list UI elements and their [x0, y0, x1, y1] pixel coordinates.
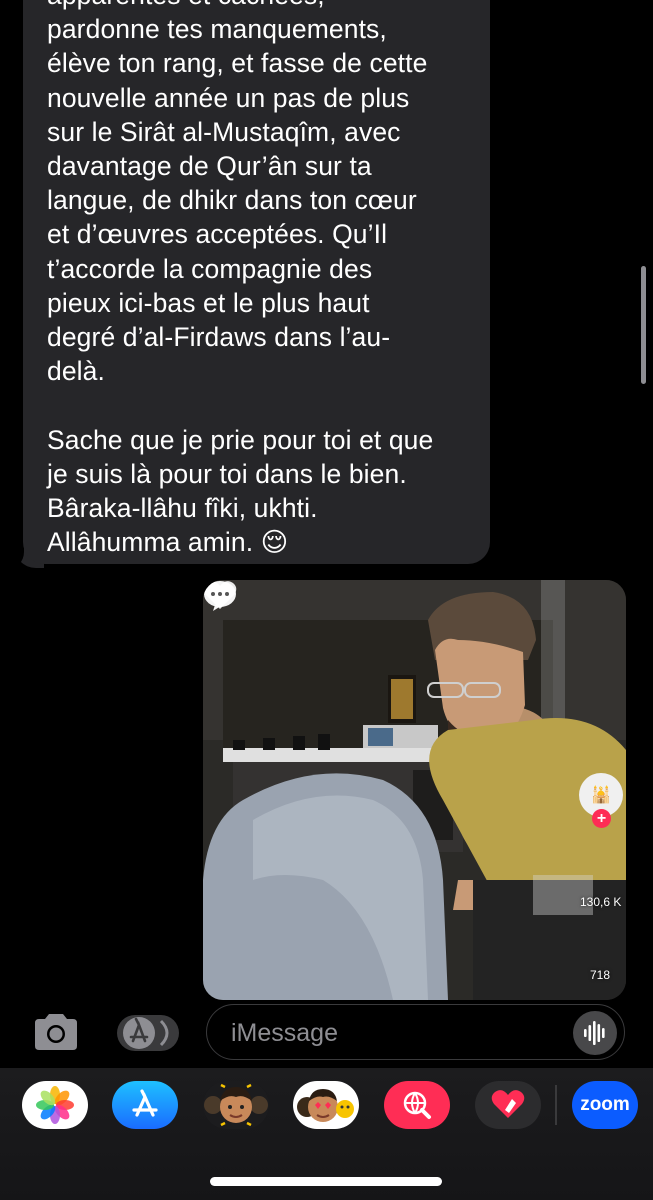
web-search-icon[interactable]	[384, 1081, 450, 1129]
mosque-icon: 🕌	[591, 787, 611, 804]
shared-video[interactable]: 🕌 + 130,6 K 718	[203, 580, 626, 1000]
app-store-glyph-icon	[123, 1017, 169, 1049]
apps-button[interactable]	[117, 1015, 179, 1051]
imessage-input[interactable]	[229, 1015, 553, 1051]
memoji-icon[interactable]	[203, 1081, 269, 1129]
memoji-face-icon	[204, 1083, 268, 1127]
heart-touch-icon	[491, 1090, 525, 1118]
photos-icon[interactable]	[22, 1081, 88, 1129]
memoji-stickers-face-icon	[297, 1089, 354, 1122]
app-store-icon[interactable]	[112, 1081, 178, 1129]
app-store-a-icon	[132, 1089, 158, 1117]
follow-plus-button[interactable]: +	[592, 809, 611, 828]
photos-flower-icon	[36, 1086, 74, 1124]
waveform-icon	[584, 1021, 605, 1045]
camera-icon[interactable]	[31, 1013, 81, 1051]
incoming-message-text: apparentes et cachées, pardonne tes manq…	[47, 0, 434, 558]
bubble-tail-mask	[0, 540, 24, 570]
comments-count: 718	[590, 968, 611, 982]
zoom-icon[interactable]: zoom	[572, 1081, 638, 1129]
voice-message-button[interactable]	[573, 1011, 617, 1055]
video-frame	[203, 580, 626, 1000]
globe-magnifier-icon	[403, 1091, 431, 1119]
zoom-label: zoom	[580, 1094, 630, 1115]
drawer-divider	[555, 1085, 557, 1125]
comment-icon[interactable]	[203, 580, 237, 612]
imessage-field[interactable]	[206, 1004, 625, 1060]
likes-count: 130,6 K	[580, 895, 622, 909]
memoji-stickers-icon[interactable]	[293, 1081, 359, 1129]
home-indicator[interactable]	[210, 1177, 442, 1186]
scroll-indicator[interactable]	[641, 266, 646, 384]
digital-touch-icon[interactable]	[475, 1081, 541, 1129]
